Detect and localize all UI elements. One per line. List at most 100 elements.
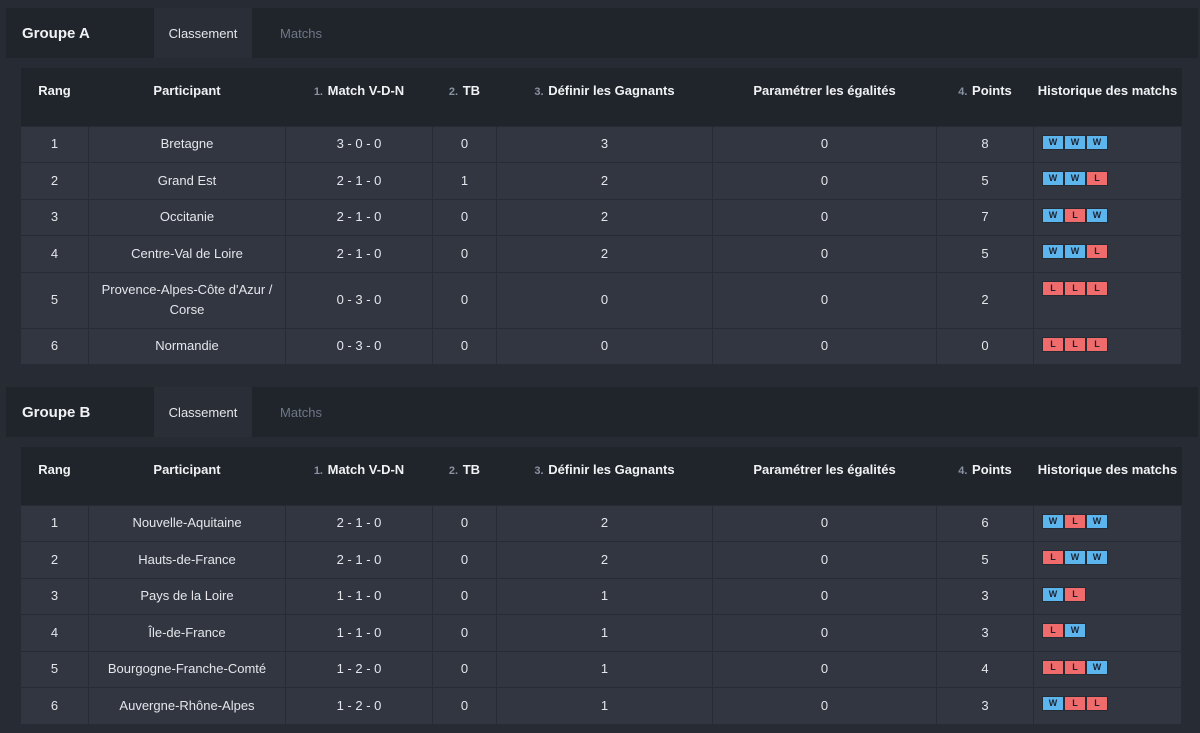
col-header-record[interactable]: 1. Match V-D-N (286, 68, 433, 126)
loss-badge[interactable]: L (1086, 171, 1108, 186)
table-row[interactable]: 2 Grand Est 2 - 1 - 01205WWL (20, 162, 1182, 200)
loss-badge[interactable]: L (1064, 513, 1086, 529)
participant-cell[interactable]: Auvergne-Rhône-Alpes (88, 687, 286, 725)
loss-badge[interactable]: L (1064, 696, 1086, 711)
match-history-cell: LW (1033, 614, 1182, 652)
table-row[interactable]: 5 Bourgogne-Franche-Comté 1 - 2 - 00104LLW (20, 650, 1182, 688)
participant-cell[interactable]: Bourgogne-Franche-Comté (88, 650, 286, 688)
loss-badge[interactable]: L (1086, 244, 1108, 259)
win-badge[interactable]: W (1064, 134, 1086, 150)
tab-matches[interactable]: Matchs (252, 387, 350, 437)
win-badge[interactable]: W (1086, 659, 1108, 675)
standings-table: Rang Participant 1. Match V-D-N 2. TB 3.… (20, 447, 1182, 725)
participant-cell[interactable]: Occitanie (88, 198, 286, 236)
table-row[interactable]: 1 Nouvelle-Aquitaine 2 - 1 - 00206WLW (20, 504, 1182, 542)
ties-cell: 0 (712, 198, 937, 236)
col-header-ties[interactable]: Paramétrer les égalités (713, 447, 937, 505)
win-badge[interactable]: W (1064, 244, 1086, 259)
group-title: Groupe A (22, 24, 90, 42)
ties-cell: 0 (712, 614, 937, 652)
loss-badge[interactable]: L (1086, 280, 1108, 296)
table-row[interactable]: 3 Pays de la Loire 1 - 1 - 00103WL (20, 577, 1182, 615)
tab-ranking[interactable]: Classement (154, 387, 252, 437)
loss-badge[interactable]: L (1064, 336, 1086, 352)
table-row[interactable]: 4 Centre-Val de Loire 2 - 1 - 00205WWL (20, 235, 1182, 273)
points-cell: 8 (936, 125, 1034, 163)
table-row[interactable]: 6 Auvergne-Rhône-Alpes 1 - 2 - 00103WLL (20, 687, 1182, 725)
loss-badge[interactable]: L (1042, 280, 1064, 296)
loss-badge[interactable]: L (1064, 207, 1086, 223)
ties-cell: 0 (712, 235, 937, 273)
participant-cell[interactable]: Nouvelle-Aquitaine (88, 504, 286, 542)
tab-matches[interactable]: Matchs (252, 8, 350, 58)
points-cell: 2 (936, 271, 1034, 329)
table-row[interactable]: 2 Hauts-de-France 2 - 1 - 00205LWW (20, 541, 1182, 579)
col-header-rank[interactable]: Rang (21, 68, 89, 126)
win-badge[interactable]: W (1042, 586, 1064, 602)
col-header-ties[interactable]: Paramétrer les égalités (713, 68, 937, 126)
record-cell: 1 - 1 - 0 (285, 577, 433, 615)
loss-badge[interactable]: L (1042, 550, 1064, 565)
record-cell: 0 - 3 - 0 (285, 327, 433, 365)
col-header-participant[interactable]: Participant (89, 68, 286, 126)
loss-badge[interactable]: L (1042, 623, 1064, 638)
win-badge[interactable]: W (1086, 550, 1108, 565)
col-header-points[interactable]: 4. Points (937, 447, 1034, 505)
win-badge[interactable]: W (1042, 696, 1064, 711)
table-row[interactable]: 6 Normandie 0 - 3 - 00000LLL (20, 327, 1182, 365)
win-badge[interactable]: W (1064, 171, 1086, 186)
points-cell: 4 (936, 650, 1034, 688)
participant-cell[interactable]: Île-de-France (88, 614, 286, 652)
participant-cell[interactable]: Hauts-de-France (88, 541, 286, 579)
standings-table: Rang Participant 1. Match V-D-N 2. TB 3.… (20, 68, 1182, 365)
col-header-participant[interactable]: Participant (89, 447, 286, 505)
participant-cell[interactable]: Centre-Val de Loire (88, 235, 286, 273)
loss-badge[interactable]: L (1064, 659, 1086, 675)
points-cell: 0 (936, 327, 1034, 365)
tb-cell: 0 (432, 504, 497, 542)
table-row[interactable]: 3 Occitanie 2 - 1 - 00207WLW (20, 198, 1182, 236)
table-row[interactable]: 4 Île-de-France 1 - 1 - 00103LW (20, 614, 1182, 652)
col-header-record[interactable]: 1. Match V-D-N (286, 447, 433, 505)
win-badge[interactable]: W (1086, 134, 1108, 150)
col-header-rank[interactable]: Rang (21, 447, 89, 505)
col-header-winners[interactable]: 3. Définir les Gagnants (497, 447, 713, 505)
rank-cell: 2 (20, 541, 89, 579)
win-badge[interactable]: W (1042, 134, 1064, 150)
win-badge[interactable]: W (1042, 244, 1064, 259)
loss-badge[interactable]: L (1086, 696, 1108, 711)
ties-cell: 0 (712, 577, 937, 615)
win-badge[interactable]: W (1086, 207, 1108, 223)
participant-cell[interactable]: Pays de la Loire (88, 577, 286, 615)
loss-badge[interactable]: L (1064, 280, 1086, 296)
tab-ranking[interactable]: Classement (154, 8, 252, 58)
participant-cell[interactable]: Normandie (88, 327, 286, 365)
participant-cell[interactable]: Provence-Alpes-Côte d'Azur / Corse (88, 271, 286, 329)
record-cell: 2 - 1 - 0 (285, 504, 433, 542)
match-history-cell: WWW (1033, 125, 1182, 163)
tb-cell: 1 (432, 162, 497, 200)
loss-badge[interactable]: L (1042, 659, 1064, 675)
group-header: Groupe B Classement Matchs (6, 387, 1198, 437)
loss-badge[interactable]: L (1042, 336, 1064, 352)
win-badge[interactable]: W (1042, 207, 1064, 223)
win-badge[interactable]: W (1042, 513, 1064, 529)
rank-cell: 6 (20, 687, 89, 725)
col-header-tb[interactable]: 2. TB (433, 68, 497, 126)
win-badge[interactable]: W (1064, 550, 1086, 565)
win-badge[interactable]: W (1086, 513, 1108, 529)
col-header-points[interactable]: 4. Points (937, 68, 1034, 126)
table-row[interactable]: 1 Bretagne 3 - 0 - 00308WWW (20, 125, 1182, 163)
win-badge[interactable]: W (1064, 623, 1086, 638)
participant-cell[interactable]: Bretagne (88, 125, 286, 163)
rank-cell: 3 (20, 577, 89, 615)
table-row[interactable]: 5 Provence-Alpes-Côte d'Azur / Corse 0 - 3… (20, 271, 1182, 329)
ties-cell: 0 (712, 162, 937, 200)
participant-cell[interactable]: Grand Est (88, 162, 286, 200)
win-badge[interactable]: W (1042, 171, 1064, 186)
loss-badge[interactable]: L (1086, 336, 1108, 352)
loss-badge[interactable]: L (1064, 586, 1086, 602)
col-header-winners[interactable]: 3. Définir les Gagnants (497, 68, 713, 126)
tb-cell: 0 (432, 271, 497, 329)
col-header-tb[interactable]: 2. TB (433, 447, 497, 505)
